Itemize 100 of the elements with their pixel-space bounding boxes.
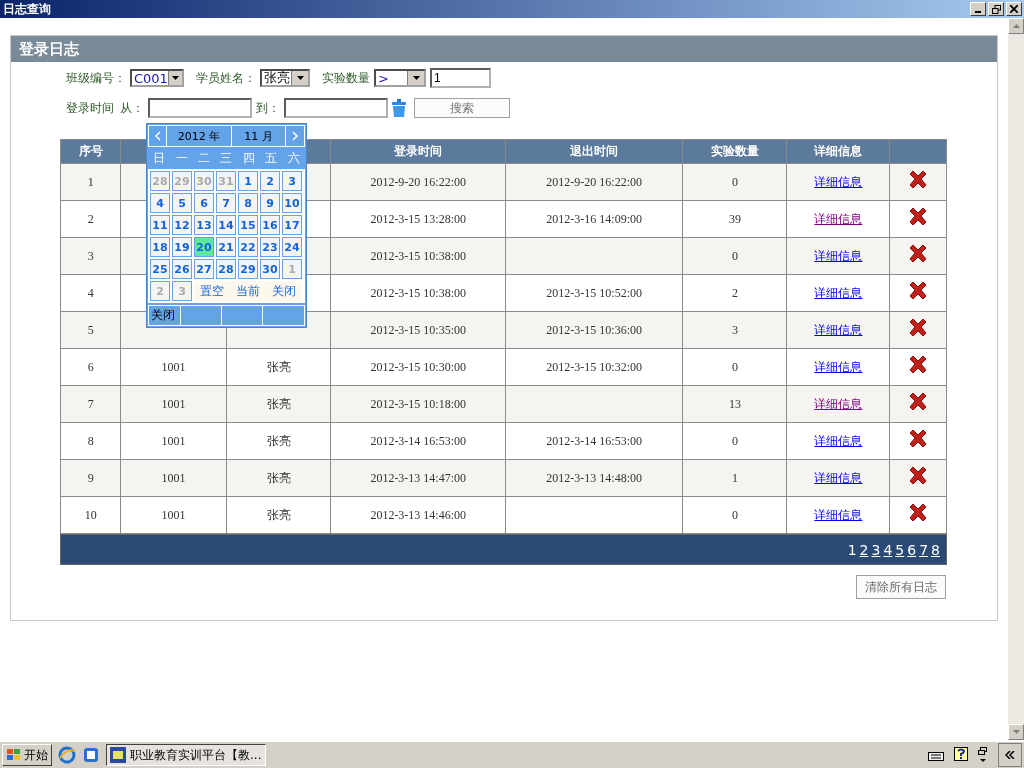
detail-link[interactable]: 详细信息: [814, 285, 863, 300]
day-cell[interactable]: 26: [172, 259, 192, 279]
day-cell[interactable]: 20: [194, 237, 214, 257]
page-link[interactable]: 2: [859, 541, 869, 558]
day-cell[interactable]: 23: [260, 237, 280, 257]
search-button[interactable]: 搜索: [414, 98, 510, 118]
table-cell: 2012-9-20 16:22:00: [330, 163, 506, 201]
clear-logs-button[interactable]: 清除所有日志: [856, 575, 946, 599]
day-cell[interactable]: 9: [260, 193, 280, 213]
student-select[interactable]: 张亮: [260, 69, 310, 87]
table-cell: 10: [60, 496, 121, 534]
day-cell[interactable]: 2: [260, 171, 280, 191]
day-cell[interactable]: 4: [150, 193, 170, 213]
day-cell[interactable]: 28: [216, 259, 236, 279]
detail-link[interactable]: 详细信息: [814, 359, 863, 374]
column-header: 登录时间: [330, 139, 506, 164]
weekday-label: 六: [286, 149, 301, 167]
calendar-action[interactable]: 关闭: [272, 282, 296, 300]
day-cell[interactable]: 12: [172, 215, 192, 235]
day-cell[interactable]: 10: [282, 193, 302, 213]
bucket-icon[interactable]: [392, 99, 406, 117]
table-cell: 9: [60, 459, 121, 497]
close-button[interactable]: [1006, 2, 1022, 16]
detail-link[interactable]: 详细信息: [814, 433, 863, 448]
day-cell[interactable]: 17: [282, 215, 302, 235]
table-cell: 8: [60, 422, 121, 460]
windows-logo-icon: [6, 748, 22, 762]
day-cell[interactable]: 24: [282, 237, 302, 257]
page-link[interactable]: 3: [871, 541, 881, 558]
table-cell: 0: [682, 422, 787, 460]
minimize-button[interactable]: [970, 2, 986, 16]
year-selector[interactable]: 2012 年: [167, 126, 232, 146]
page-link[interactable]: 7: [919, 541, 929, 558]
count-label: 实验数量: [322, 69, 370, 87]
class-select[interactable]: C001: [130, 69, 184, 87]
day-cell[interactable]: 13: [194, 215, 214, 235]
day-cell[interactable]: 7: [216, 193, 236, 213]
table-cell: 0: [682, 163, 787, 201]
day-cell[interactable]: 16: [260, 215, 280, 235]
day-cell[interactable]: 6: [194, 193, 214, 213]
month-selector[interactable]: 11 月: [232, 126, 286, 146]
day-cell[interactable]: 21: [216, 237, 236, 257]
day-cell[interactable]: 25: [150, 259, 170, 279]
page-link[interactable]: 6: [907, 541, 917, 558]
table-cell: 2012-3-13 14:46:00: [330, 496, 506, 534]
day-cell[interactable]: 8: [238, 193, 258, 213]
detail-link[interactable]: 详细信息: [814, 174, 863, 189]
calendar-action[interactable]: 当前: [236, 282, 260, 300]
scroll-up-icon: [1012, 24, 1020, 28]
day-cell[interactable]: 30: [260, 259, 280, 279]
day-cell[interactable]: 5: [172, 193, 192, 213]
close-calendar-button[interactable]: 关闭: [149, 306, 181, 325]
calendar-action[interactable]: 置空: [200, 282, 224, 300]
day-cell[interactable]: 29: [238, 259, 258, 279]
start-button[interactable]: 开始: [2, 744, 52, 766]
to-date-field[interactable]: [284, 98, 388, 118]
day-cell[interactable]: 15: [238, 215, 258, 235]
expand-tray-button[interactable]: [998, 743, 1022, 767]
count-field[interactable]: 1: [430, 68, 491, 88]
operator-select[interactable]: >: [374, 69, 426, 87]
page-link[interactable]: 5: [895, 541, 905, 558]
window-title: 日志查询: [3, 0, 51, 18]
day-cell[interactable]: 3: [282, 171, 302, 191]
day-cell[interactable]: 19: [172, 237, 192, 257]
table-cell: 39: [682, 200, 787, 238]
day-cell[interactable]: 22: [238, 237, 258, 257]
scrollbar[interactable]: [1008, 18, 1024, 740]
desktop-icon[interactable]: [82, 746, 100, 764]
table-cell: 2012-3-15 10:18:00: [330, 385, 506, 423]
table-cell: 1001: [120, 496, 227, 534]
day-cell[interactable]: 1: [238, 171, 258, 191]
help-icon[interactable]: [954, 747, 968, 763]
day-cell[interactable]: 11: [150, 215, 170, 235]
day-cell[interactable]: 27: [194, 259, 214, 279]
restore-icon[interactable]: [978, 747, 988, 763]
weekday-label: 日: [152, 149, 167, 167]
detail-link[interactable]: 详细信息: [814, 470, 863, 485]
page-link[interactable]: 4: [883, 541, 893, 558]
column-header: 详细信息: [786, 139, 890, 164]
browser-icon[interactable]: [58, 746, 76, 764]
table-cell: 2012-3-13 14:47:00: [330, 459, 506, 497]
from-date-field[interactable]: [148, 98, 252, 118]
column-header: 实验数量: [682, 139, 787, 164]
table-cell: 1001: [120, 422, 227, 460]
table-cell: 13: [682, 385, 787, 423]
detail-link[interactable]: 详细信息: [814, 396, 863, 411]
page-link[interactable]: 1: [847, 541, 857, 558]
restore-button[interactable]: [988, 2, 1004, 16]
taskbar-window-button[interactable]: 职业教育实训平台【教...: [106, 744, 266, 766]
detail-link[interactable]: 详细信息: [814, 211, 863, 226]
detail-link[interactable]: 详细信息: [814, 248, 863, 263]
scroll-down-icon: [1012, 730, 1020, 734]
detail-link[interactable]: 详细信息: [814, 507, 863, 522]
keyboard-icon[interactable]: [928, 749, 944, 761]
table-cell: 2012-3-14 16:53:00: [330, 422, 506, 460]
table-cell: 2012-3-15 10:38:00: [330, 274, 506, 312]
detail-link[interactable]: 详细信息: [814, 322, 863, 337]
day-cell[interactable]: 18: [150, 237, 170, 257]
day-cell[interactable]: 14: [216, 215, 236, 235]
page-link[interactable]: 8: [931, 541, 940, 558]
